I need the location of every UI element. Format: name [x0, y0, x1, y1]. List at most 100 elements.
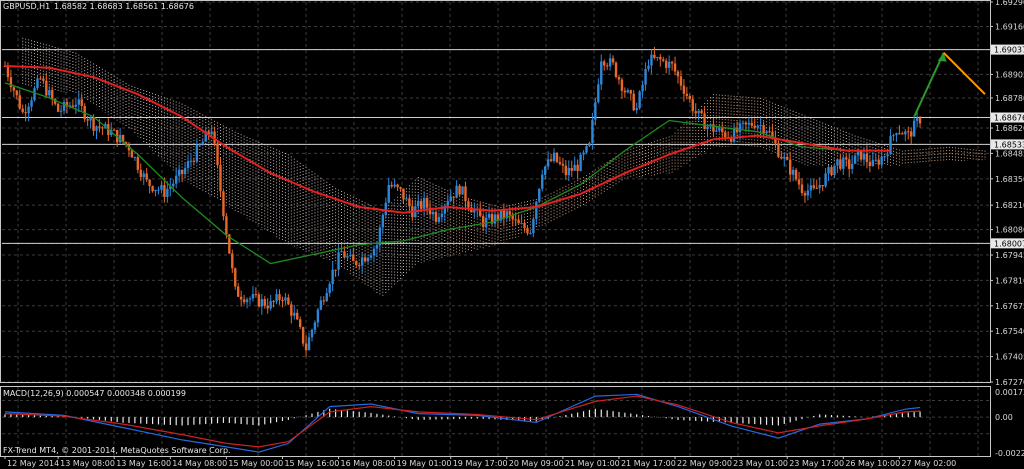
time-tick-label: 13 May 16:00	[116, 459, 171, 468]
candle-body	[260, 299, 264, 307]
macd-axis[interactable]: 0.001721 0.00 -0.002222	[995, 388, 1024, 458]
price-tick-label: 1.68905	[995, 70, 1024, 79]
price-tick-label: 1.68780	[995, 94, 1024, 103]
price-panel-frame	[0, 0, 991, 383]
candle-body	[647, 65, 650, 70]
candle-body	[399, 187, 402, 189]
macd-signal-line	[4, 395, 921, 448]
candle-body	[331, 269, 334, 284]
candle-body	[89, 117, 92, 121]
candle-body	[18, 95, 21, 109]
candle-body	[907, 131, 910, 133]
candle-body	[325, 293, 328, 302]
candle-body	[747, 122, 751, 125]
candle-body	[915, 118, 919, 121]
candle-body	[912, 120, 916, 137]
candle-body	[45, 80, 48, 96]
candle-body	[177, 169, 181, 176]
candle-body	[706, 126, 709, 130]
candle-body	[278, 294, 281, 300]
candle-body	[759, 125, 762, 127]
candle-body	[145, 173, 148, 180]
candle-body	[777, 143, 780, 157]
candle-body	[718, 128, 721, 131]
arrow-up-shaft	[913, 52, 945, 118]
candle-body	[313, 322, 317, 330]
candle-body	[818, 185, 821, 189]
price-levels	[2, 49, 990, 244]
price-level-value: 1.69037	[994, 46, 1024, 55]
candle-body	[148, 179, 151, 187]
candle-body	[644, 69, 647, 85]
candle-body	[425, 197, 429, 208]
time-tick-label: 13 May 08:00	[60, 459, 115, 468]
candle-body	[92, 117, 95, 131]
price-tick-label: 1.68350	[995, 175, 1024, 184]
candle-body	[667, 61, 671, 68]
candle-body	[236, 286, 240, 297]
price-grid	[2, 1, 990, 383]
candle-body	[635, 108, 638, 111]
arrow-down-line	[942, 52, 986, 95]
price-axis[interactable]: 1.69037 1.68676 1.68533 1.68007 1.69290 1.691…	[990, 0, 1024, 387]
candle-body	[59, 110, 63, 112]
time-tick-label: 23 May 17:00	[789, 459, 844, 468]
candle-body	[225, 216, 228, 235]
candle-body	[420, 200, 423, 209]
time-tick-label: 21 May 01:00	[565, 459, 620, 468]
candle-body	[363, 257, 367, 262]
price-tick-label: 1.68080	[995, 226, 1024, 235]
candle-body	[682, 85, 686, 94]
candle-body	[293, 312, 296, 316]
candle-body	[594, 102, 597, 120]
candle-body	[95, 126, 98, 131]
time-tick-label: 22 May 09:00	[677, 459, 732, 468]
candle-body	[21, 108, 24, 113]
candle-body	[768, 131, 771, 133]
candle-body	[337, 252, 340, 270]
forecast-arrows	[913, 52, 986, 118]
candle-body	[800, 184, 804, 193]
candle-body	[154, 189, 157, 192]
candle-body	[455, 185, 458, 198]
candle-body	[201, 141, 204, 145]
candle-body	[859, 151, 863, 160]
candle-body	[561, 163, 565, 166]
candle-body	[290, 304, 293, 316]
macd-lines	[4, 393, 921, 453]
candle-body	[142, 173, 145, 178]
candle-body	[71, 105, 75, 107]
candle-body	[12, 87, 16, 91]
candle-body	[381, 215, 385, 228]
time-tick-label: 27 May 02:00	[901, 459, 956, 468]
candle-body	[691, 99, 694, 112]
candle-body	[868, 161, 872, 166]
candle-body	[396, 184, 399, 188]
time-tick-label: 19 May 17:00	[453, 459, 508, 468]
candle-body	[659, 56, 662, 60]
candle-body	[877, 159, 880, 165]
candle-body	[824, 173, 827, 187]
price-tick-label: 1.67675	[995, 302, 1024, 311]
candle-body	[166, 188, 169, 198]
candle-body	[842, 157, 845, 169]
time-axis[interactable]: 12 May 2014 13 May 08:00 13 May 16:00 14 Ma…	[4, 456, 956, 468]
price-tick-label: 1.68210	[995, 201, 1024, 210]
trading-chart[interactable]: GBPUSD,H1 1.68582 1.68683 1.68561 1.6867…	[0, 0, 1024, 469]
candle-body	[538, 188, 541, 202]
candle-body	[307, 337, 311, 351]
candle-body	[605, 65, 609, 67]
candle-body	[24, 112, 27, 114]
candle-body	[372, 248, 376, 256]
candle-body	[452, 196, 455, 198]
time-tick-label: 12 May 2014	[7, 459, 59, 468]
price-tick-label: 1.67540	[995, 327, 1024, 336]
candle-body	[543, 166, 547, 175]
candle-body	[532, 218, 535, 234]
candle-body	[874, 159, 877, 161]
candle-body	[591, 119, 594, 143]
candle-body	[422, 197, 426, 209]
candle-body	[222, 191, 225, 217]
candle-body	[322, 300, 325, 302]
symbol-label: GBPUSD,H1	[3, 2, 50, 11]
